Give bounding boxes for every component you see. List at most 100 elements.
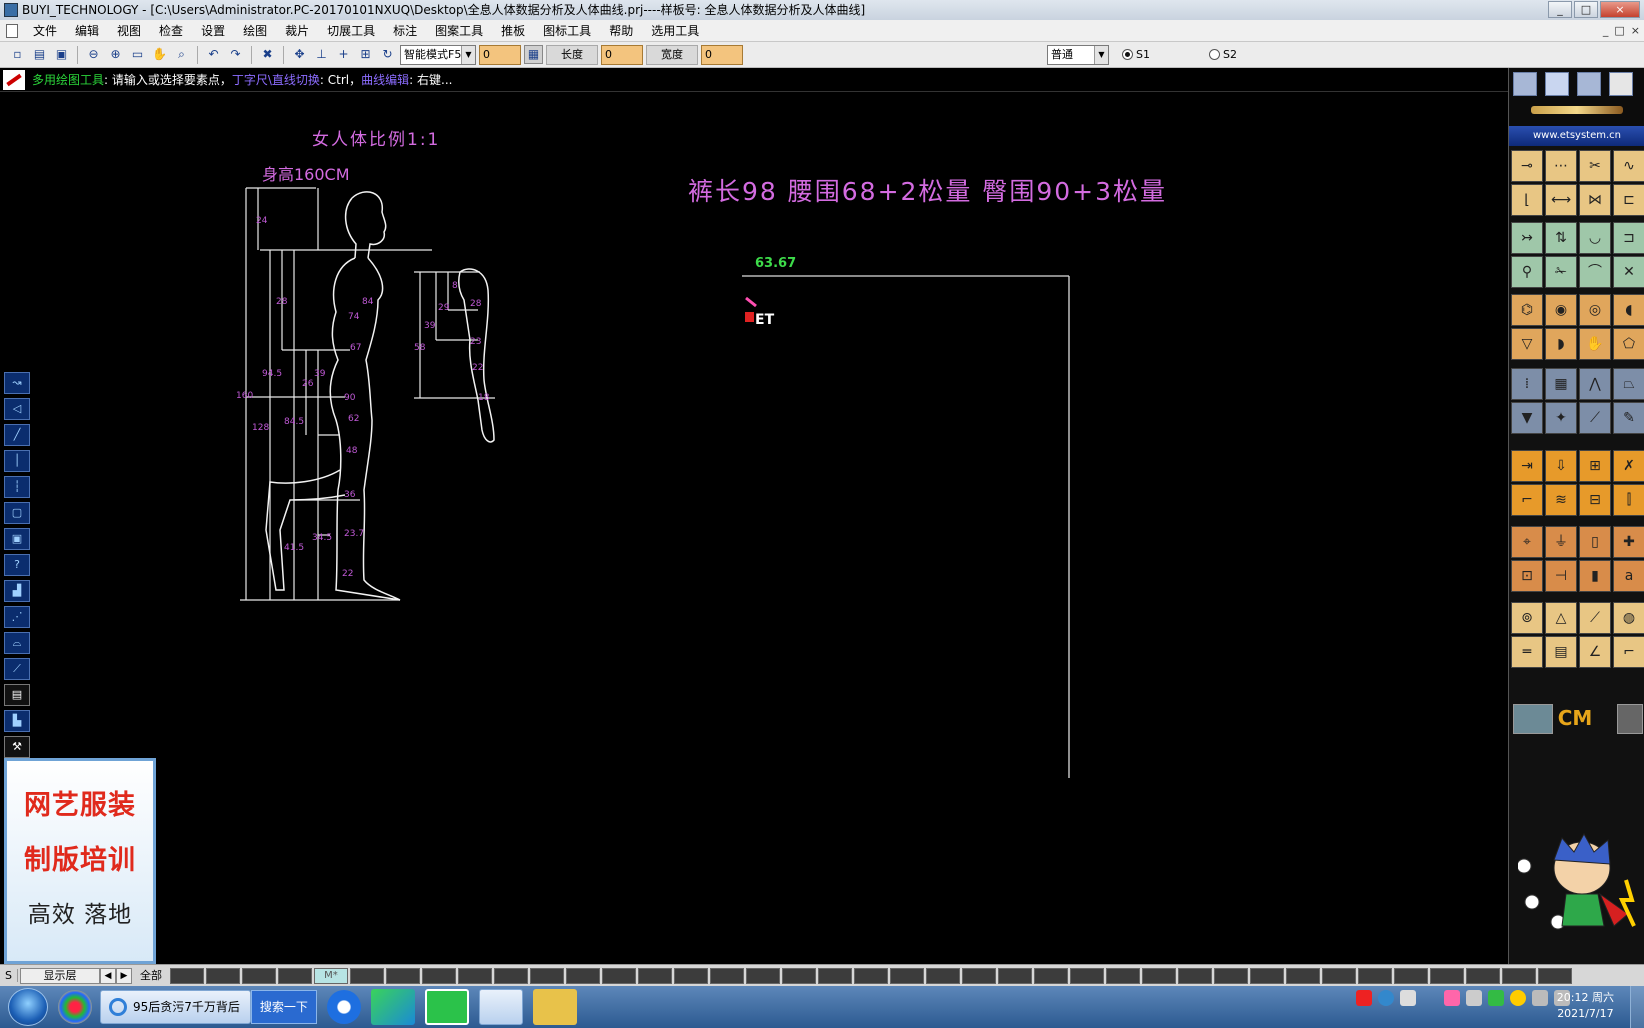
grade-points-icon[interactable]: ⁞ [1511, 368, 1543, 400]
layer-next-button[interactable]: ▶ [116, 967, 132, 984]
straight-ruler-icon[interactable]: ═ [1511, 636, 1543, 668]
size-cell[interactable] [1106, 967, 1140, 984]
menu-settings[interactable]: 设置 [192, 20, 234, 42]
panel-icon[interactable]: ▮ [1579, 560, 1611, 592]
radio-s2[interactable]: S2 [1208, 48, 1237, 61]
redo-icon[interactable]: ↷ [226, 45, 245, 64]
corner-curve-icon[interactable]: ⌊ [1511, 184, 1543, 216]
maximize-button[interactable]: □ [1574, 1, 1598, 18]
tape-icon[interactable]: ⊡ [1511, 560, 1543, 592]
grading-icon[interactable]: ⋰ [4, 606, 30, 628]
rectangle-tool-icon[interactable]: ▢ [4, 502, 30, 524]
size-cell[interactable] [710, 967, 744, 984]
crosshair-icon[interactable]: + [334, 45, 353, 64]
rotate-icon[interactable]: ↻ [378, 45, 397, 64]
clock[interactable]: 20:12 周六 2021/7/17 [1557, 990, 1614, 1022]
table-ruler-icon[interactable]: ▤ [1545, 636, 1577, 668]
stamp-icon[interactable]: ◍ [1613, 602, 1644, 634]
menu-pattern-tools[interactable]: 图案工具 [426, 20, 492, 42]
drawing-canvas[interactable]: 女人体比例1:1 身高160CM 24 28 94.5 39 26 84.5 1… [0, 92, 1508, 964]
panel-tab-grade[interactable] [1545, 72, 1569, 96]
menu-slash-spread[interactable]: 切展工具 [318, 20, 384, 42]
mdi-restore-button[interactable]: □ [1614, 24, 1624, 37]
show-all-button[interactable]: 全部 [136, 968, 166, 984]
sogou-input-icon[interactable] [1356, 990, 1372, 1006]
layer-prev-button[interactable]: ◀ [100, 967, 116, 984]
flower-icon[interactable] [1444, 990, 1460, 1006]
size-cell[interactable] [494, 967, 528, 984]
zoom-out-icon[interactable]: ⊖ [84, 45, 103, 64]
angle-icon[interactable]: ∠ [1579, 636, 1611, 668]
size-cell[interactable] [1322, 967, 1356, 984]
cross-tool-icon[interactable]: ✗ [1613, 450, 1644, 482]
dart-icon[interactable]: ⊏ [1613, 184, 1644, 216]
taskbar-browser-task[interactable]: 95后贪污7千万背后 [100, 990, 251, 1024]
triangle-icon[interactable]: △ [1545, 602, 1577, 634]
menu-pieces[interactable]: 裁片 [276, 20, 318, 42]
style-select[interactable]: 普通 ▼ [1047, 44, 1109, 65]
menu-icon-tools[interactable]: 图标工具 [534, 20, 600, 42]
show-desktop-button[interactable] [1630, 986, 1644, 1028]
close-button[interactable]: × [1600, 1, 1640, 18]
calculator-icon[interactable]: ▦ [524, 45, 543, 64]
mountain-icon[interactable]: ⋀ [1579, 368, 1611, 400]
size-cell[interactable] [530, 967, 564, 984]
size-cell[interactable] [278, 967, 312, 984]
snap-icon[interactable]: ⊞ [356, 45, 375, 64]
size-cell[interactable] [926, 967, 960, 984]
delete-select-icon[interactable]: ✖ [258, 45, 277, 64]
split-icon[interactable]: ⫿ [1613, 484, 1644, 516]
media-player-icon[interactable] [370, 989, 415, 1025]
document-icon[interactable] [6, 24, 18, 38]
size-cell[interactable] [1430, 967, 1464, 984]
size-cell[interactable] [818, 967, 852, 984]
frame-icon[interactable]: ▯ [1579, 526, 1611, 558]
security-shield-icon[interactable] [1488, 990, 1504, 1006]
sewing-machine-icon[interactable]: ⌬ [1511, 294, 1543, 326]
menu-view[interactable]: 视图 [108, 20, 150, 42]
hammer-tool-icon[interactable]: ⚒ [4, 736, 30, 758]
help-icon[interactable]: ? [4, 554, 30, 576]
piece-shape-icon[interactable]: ⌐ [1511, 484, 1543, 516]
width-input[interactable]: 0 [701, 44, 743, 65]
menu-help[interactable]: 帮助 [600, 20, 642, 42]
cut-mark-icon[interactable]: ✁ [1545, 256, 1577, 288]
iqiyi-icon[interactable] [424, 989, 469, 1025]
size-cell[interactable] [350, 967, 384, 984]
network-icon[interactable] [1466, 990, 1482, 1006]
start-button[interactable] [8, 988, 48, 1026]
pencil-edit-icon[interactable]: ✎ [1613, 402, 1644, 434]
size-cell[interactable] [1142, 967, 1176, 984]
chalk-icon[interactable]: ⟋ [1579, 602, 1611, 634]
size-cell[interactable] [890, 967, 924, 984]
taskbar-search-button[interactable]: 搜索一下 [250, 990, 317, 1024]
monitor-icon[interactable] [1532, 990, 1548, 1006]
curve-ruler-icon[interactable]: ∿ [1613, 150, 1644, 182]
panel-tab-pattern[interactable] [1577, 72, 1601, 96]
sleeve-icon[interactable]: ◗ [1545, 328, 1577, 360]
new-file-icon[interactable]: ▫ [8, 45, 27, 64]
grid-icon[interactable]: ⊞ [1579, 450, 1611, 482]
size-cell[interactable] [458, 967, 492, 984]
grade-table-icon[interactable]: ▦ [1545, 368, 1577, 400]
size-cell-active[interactable]: M* [314, 967, 348, 984]
menu-grading[interactable]: 推板 [492, 20, 534, 42]
fold-icon[interactable]: ⊟ [1579, 484, 1611, 516]
open-folder-icon[interactable]: ▤ [30, 45, 49, 64]
size-cell[interactable] [1286, 967, 1320, 984]
text-abc-icon[interactable]: a [1613, 560, 1644, 592]
size-cell[interactable] [386, 967, 420, 984]
minimize-button[interactable]: _ [1548, 1, 1572, 18]
line-tool-icon[interactable]: ╱ [4, 424, 30, 446]
size-cell[interactable] [782, 967, 816, 984]
button-icon[interactable]: ◉ [1545, 294, 1577, 326]
size-cell[interactable] [1214, 967, 1248, 984]
glove-icon[interactable]: ✋ [1579, 328, 1611, 360]
size-cell[interactable] [1250, 967, 1284, 984]
size-cell[interactable] [422, 967, 456, 984]
pleat-icon[interactable]: ⋈ [1579, 184, 1611, 216]
download-icon[interactable]: ⇩ [1545, 450, 1577, 482]
plus-icon[interactable]: ✚ [1613, 526, 1644, 558]
insert-icon[interactable]: ⇥ [1511, 450, 1543, 482]
chart-tool-icon[interactable]: ▙ [4, 710, 30, 732]
